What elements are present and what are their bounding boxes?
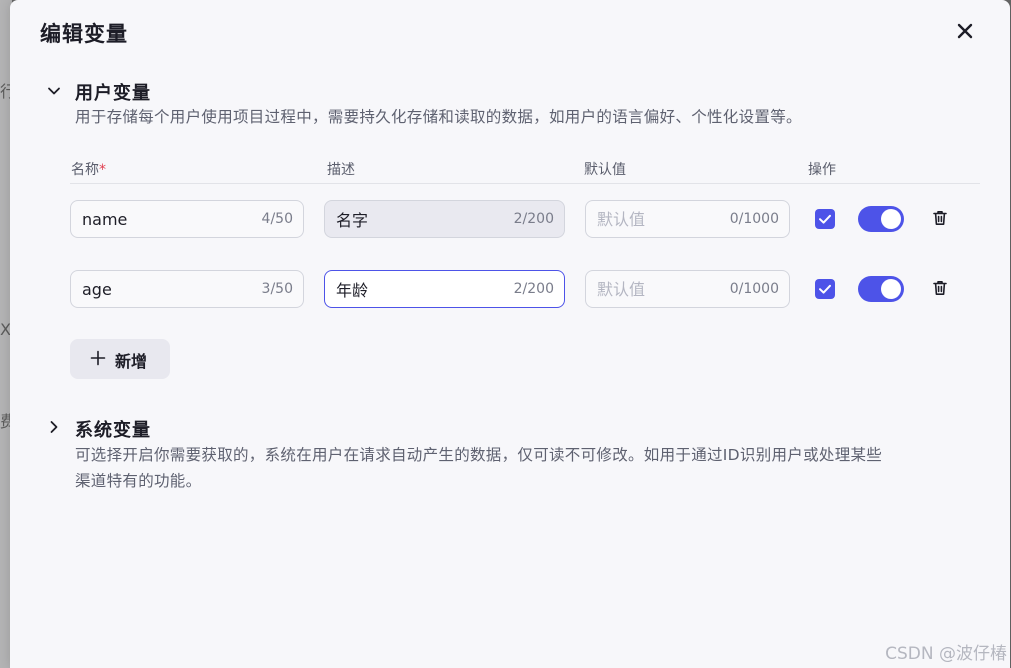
variable-checkbox[interactable]	[815, 279, 835, 299]
variable-description-input[interactable]	[336, 201, 506, 237]
char-counter: 2/200	[513, 211, 554, 227]
dialog-title: 编辑变量	[40, 22, 128, 46]
add-variable-button[interactable]: 新增	[70, 339, 170, 379]
watermark: CSDN @波仔椿	[885, 644, 1007, 664]
delete-variable-button[interactable]	[930, 208, 950, 228]
delete-variable-button[interactable]	[930, 278, 950, 298]
edit-variables-dialog: 编辑变量 用户变量 用于存储每个用户使用项目过程中，需要持久化存储和读取的数据，…	[10, 0, 1010, 668]
close-icon	[957, 23, 973, 39]
column-header-name-label: 名称	[71, 162, 99, 178]
add-variable-label: 新增	[115, 352, 148, 371]
user-section-description: 用于存储每个用户使用项目过程中，需要持久化存储和读取的数据，如用户的语言偏好、个…	[75, 108, 802, 126]
plus-icon	[90, 350, 106, 366]
header-divider	[70, 183, 980, 184]
trash-icon	[933, 281, 947, 295]
chevron-down-icon	[48, 87, 60, 95]
toggle-knob	[881, 209, 901, 229]
variable-checkbox[interactable]	[815, 209, 835, 229]
char-counter: 0/1000	[729, 281, 779, 297]
system-section-description-line: 渠道特有的功能。	[75, 472, 202, 490]
system-section-toggle[interactable]	[45, 418, 63, 436]
variable-enable-toggle[interactable]	[858, 206, 904, 232]
variable-name-input[interactable]	[82, 271, 252, 307]
required-mark: *	[99, 162, 106, 178]
toggle-knob	[881, 279, 901, 299]
variable-default-field: 0/1000	[585, 270, 790, 308]
char-counter: 3/50	[261, 281, 293, 297]
variable-name-field: 3/50	[70, 270, 304, 308]
char-counter: 0/1000	[729, 211, 779, 227]
close-button[interactable]	[954, 20, 976, 42]
char-counter: 4/50	[261, 211, 293, 227]
variable-name-field: 4/50	[70, 200, 304, 238]
variable-name-input[interactable]	[82, 201, 252, 237]
variable-description-field: 2/200	[324, 270, 565, 308]
variable-default-field: 0/1000	[585, 200, 790, 238]
char-counter: 2/200	[513, 281, 554, 297]
column-header-description: 描述	[327, 162, 355, 178]
column-header-default: 默认值	[584, 162, 626, 178]
checkmark-icon	[819, 214, 831, 224]
trash-icon	[933, 211, 947, 225]
user-section-title: 用户变量	[75, 83, 151, 104]
user-section-toggle[interactable]	[45, 82, 63, 100]
system-section-title: 系统变量	[75, 420, 151, 441]
variable-description-input[interactable]	[336, 271, 506, 307]
column-header-actions: 操作	[808, 162, 836, 178]
variable-enable-toggle[interactable]	[858, 276, 904, 302]
checkmark-icon	[819, 284, 831, 294]
variable-description-field: 2/200	[324, 200, 565, 238]
variable-default-input[interactable]	[597, 271, 727, 307]
system-section-description-line: 可选择开启你需要获取的，系统在用户在请求自动产生的数据，仅可读不可修改。如用于通…	[75, 446, 883, 464]
variable-default-input[interactable]	[597, 201, 727, 237]
column-header-name: 名称*	[71, 159, 106, 179]
chevron-right-icon	[50, 421, 58, 433]
